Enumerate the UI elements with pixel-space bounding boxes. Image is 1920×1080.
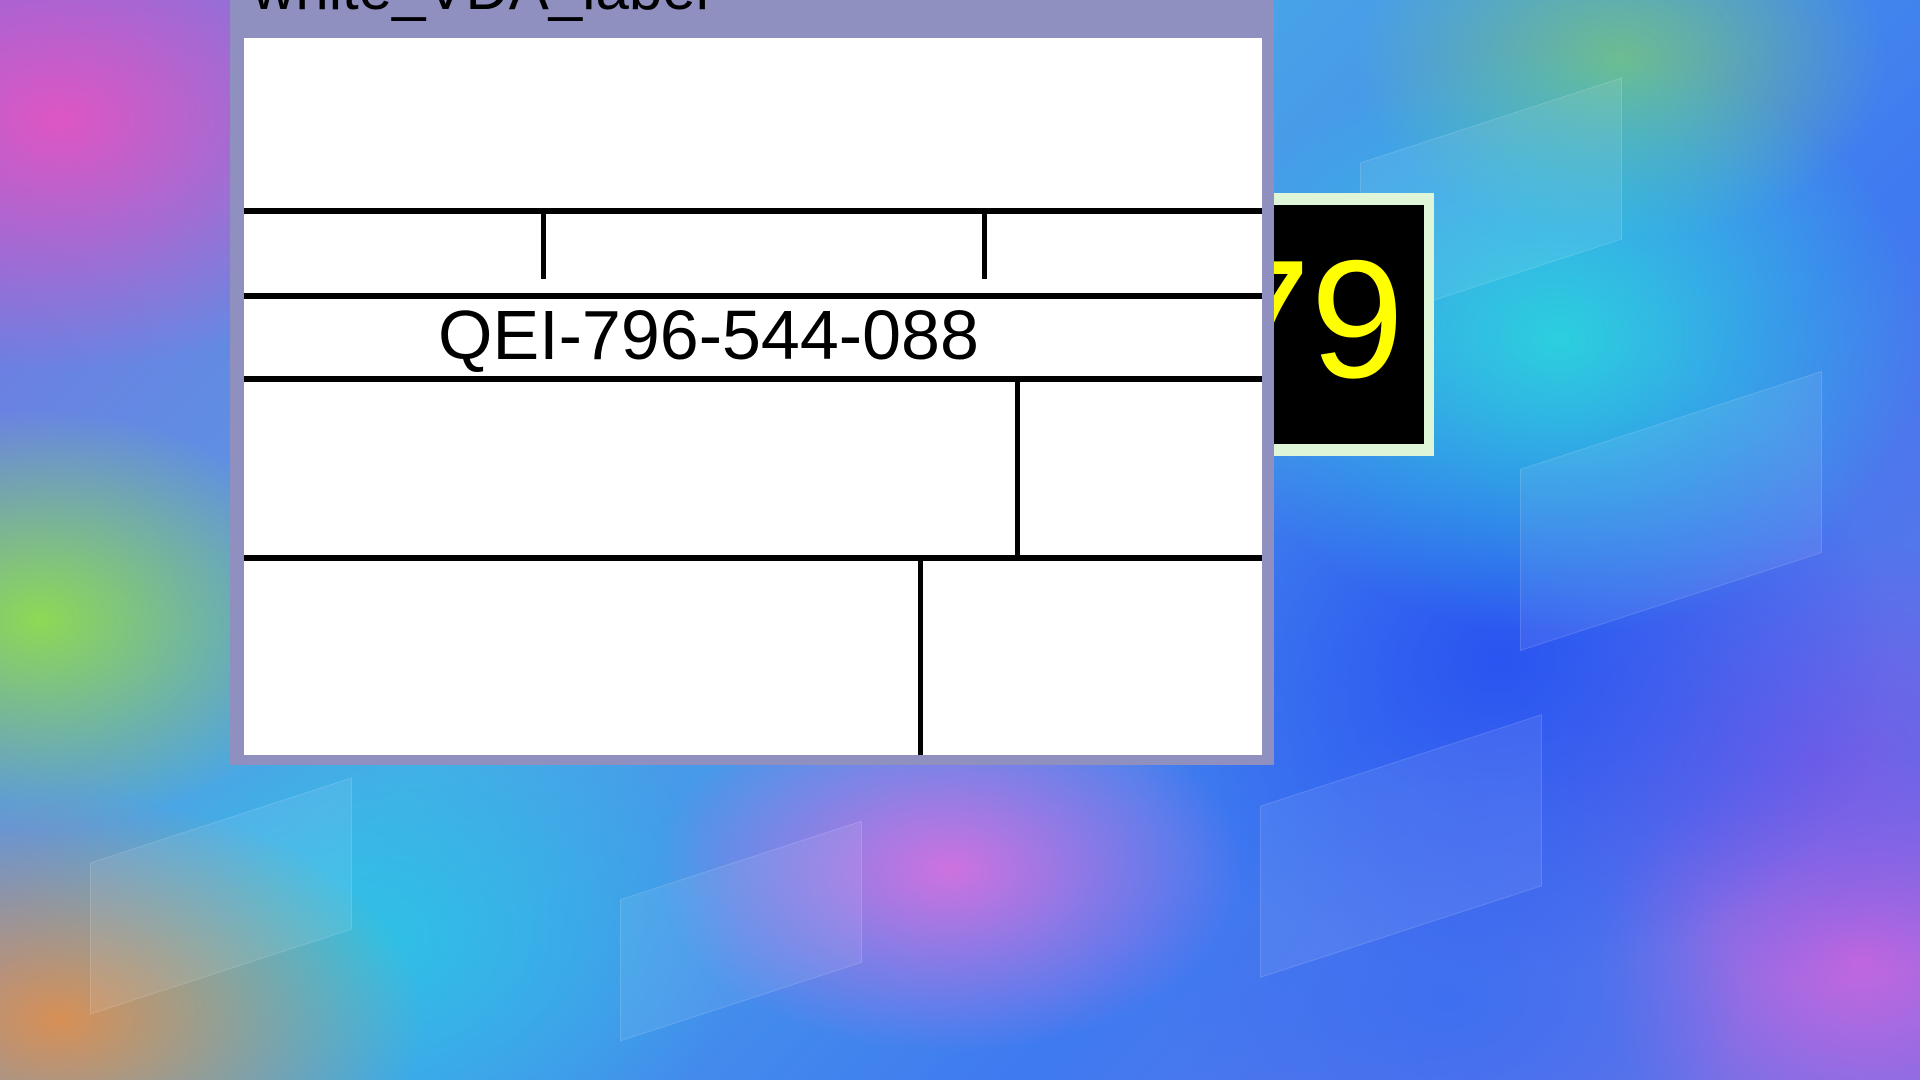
- window-title: white_VDA_label: [252, 0, 709, 24]
- vda-label: QEI-796-544-088: [244, 38, 1262, 755]
- label-divider: [541, 211, 546, 279]
- number-tag: 79: [1249, 193, 1434, 456]
- label-divider: [244, 555, 1262, 561]
- label-code: QEI-796-544-088: [438, 296, 979, 374]
- background-facet: [90, 777, 352, 1015]
- label-divider: [982, 211, 987, 279]
- tag-number: 79: [1259, 225, 1404, 413]
- label-divider: [244, 376, 1262, 382]
- background-facet: [1520, 370, 1822, 652]
- number-tag-panel: 79: [1259, 205, 1424, 444]
- label-window[interactable]: white_VDA_label QEI-796-544-088: [230, 0, 1274, 765]
- label-divider: [918, 558, 923, 755]
- label-divider: [1015, 379, 1020, 558]
- label-divider: [244, 208, 1262, 214]
- background-facet: [1260, 714, 1542, 978]
- background-facet: [620, 820, 862, 1042]
